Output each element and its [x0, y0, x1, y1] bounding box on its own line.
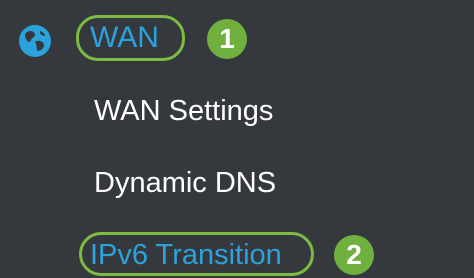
nav-item-wan-settings[interactable]: WAN Settings: [94, 91, 273, 131]
nav-section-wan[interactable]: WAN: [90, 18, 159, 58]
step-badge-2: 2: [334, 235, 374, 275]
sidebar-nav: WAN 1 WAN Settings Dynamic DNS IPv6 Tran…: [0, 0, 474, 278]
nav-item-dynamic-dns[interactable]: Dynamic DNS: [94, 163, 276, 203]
step-badge-1: 1: [207, 19, 247, 59]
globe-icon: [18, 24, 52, 58]
nav-item-ipv6-transition[interactable]: IPv6 Transition: [90, 235, 282, 275]
